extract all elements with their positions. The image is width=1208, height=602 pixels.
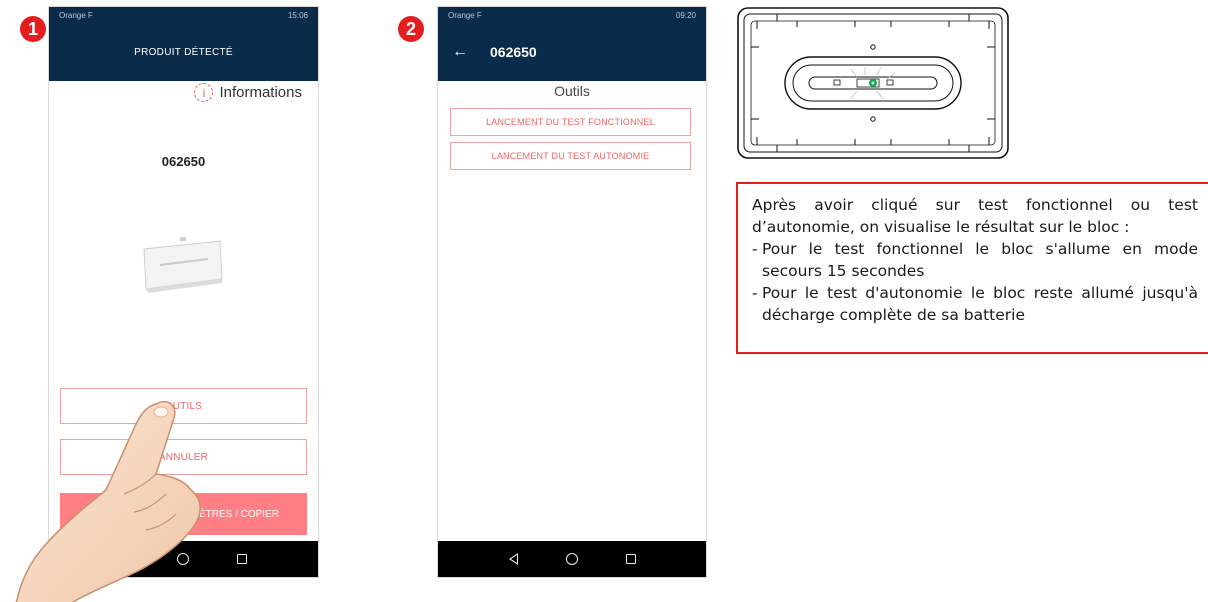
info-label: Informations xyxy=(219,84,302,101)
back-nav-icon[interactable] xyxy=(508,553,518,565)
status-bar: Orange F 09:20 xyxy=(438,7,706,23)
recents-nav-icon[interactable] xyxy=(237,554,247,564)
explanation-note: Après avoir cliqué sur test fonctionnel … xyxy=(736,182,1208,354)
app-bar: PRODUIT DÉTECTÉ xyxy=(49,23,318,81)
android-nav-bar xyxy=(438,541,706,577)
info-icon: i xyxy=(194,83,214,102)
note-intro: Après avoir cliqué sur test fonctionnel … xyxy=(752,196,1198,236)
note-item: - Pour le test fonctionnel le bloc s'all… xyxy=(752,240,1198,280)
page-title: PRODUIT DÉTECTÉ xyxy=(134,46,233,58)
recents-nav-icon[interactable] xyxy=(625,554,636,564)
clock-label: 15:06 xyxy=(287,10,308,20)
carrier-label: Orange F xyxy=(448,10,482,20)
hand-pointer-icon xyxy=(15,400,201,602)
product-code: 062650 xyxy=(161,154,206,169)
info-link[interactable]: i Informations xyxy=(194,83,302,102)
test-fonctionnel-button[interactable]: LANCEMENT DU TEST FONCTIONNEL xyxy=(450,108,691,136)
note-item: - Pour le test d'autonomie le bloc reste… xyxy=(752,284,1198,324)
app-bar: ← 062650 xyxy=(438,23,706,81)
note-item-text: Pour le test d'autonomie le bloc reste a… xyxy=(762,284,1198,324)
clock-label: 09:20 xyxy=(675,10,696,20)
page-title: 062650 xyxy=(490,44,537,60)
carrier-label: Orange F xyxy=(59,10,93,20)
note-item-text: Pour le test fonctionnel le bloc s'allum… xyxy=(762,240,1198,280)
home-nav-icon[interactable] xyxy=(565,553,578,565)
step-2-badge: 2 xyxy=(398,16,424,42)
back-arrow-icon[interactable]: ← xyxy=(452,43,468,61)
section-title: Outils xyxy=(554,83,590,99)
test-autonomie-button[interactable]: LANCEMENT DU TEST AUTONOMIE xyxy=(450,142,691,170)
emergency-light-icon xyxy=(143,237,223,293)
step-1-badge: 1 xyxy=(20,16,46,42)
status-bar: Orange F 15:06 xyxy=(49,7,318,23)
device-diagram xyxy=(737,7,1009,159)
product-image xyxy=(136,235,228,293)
phone-screen-tools: Orange F 09:20 ← 062650 Outils LANCEMENT… xyxy=(437,6,707,578)
